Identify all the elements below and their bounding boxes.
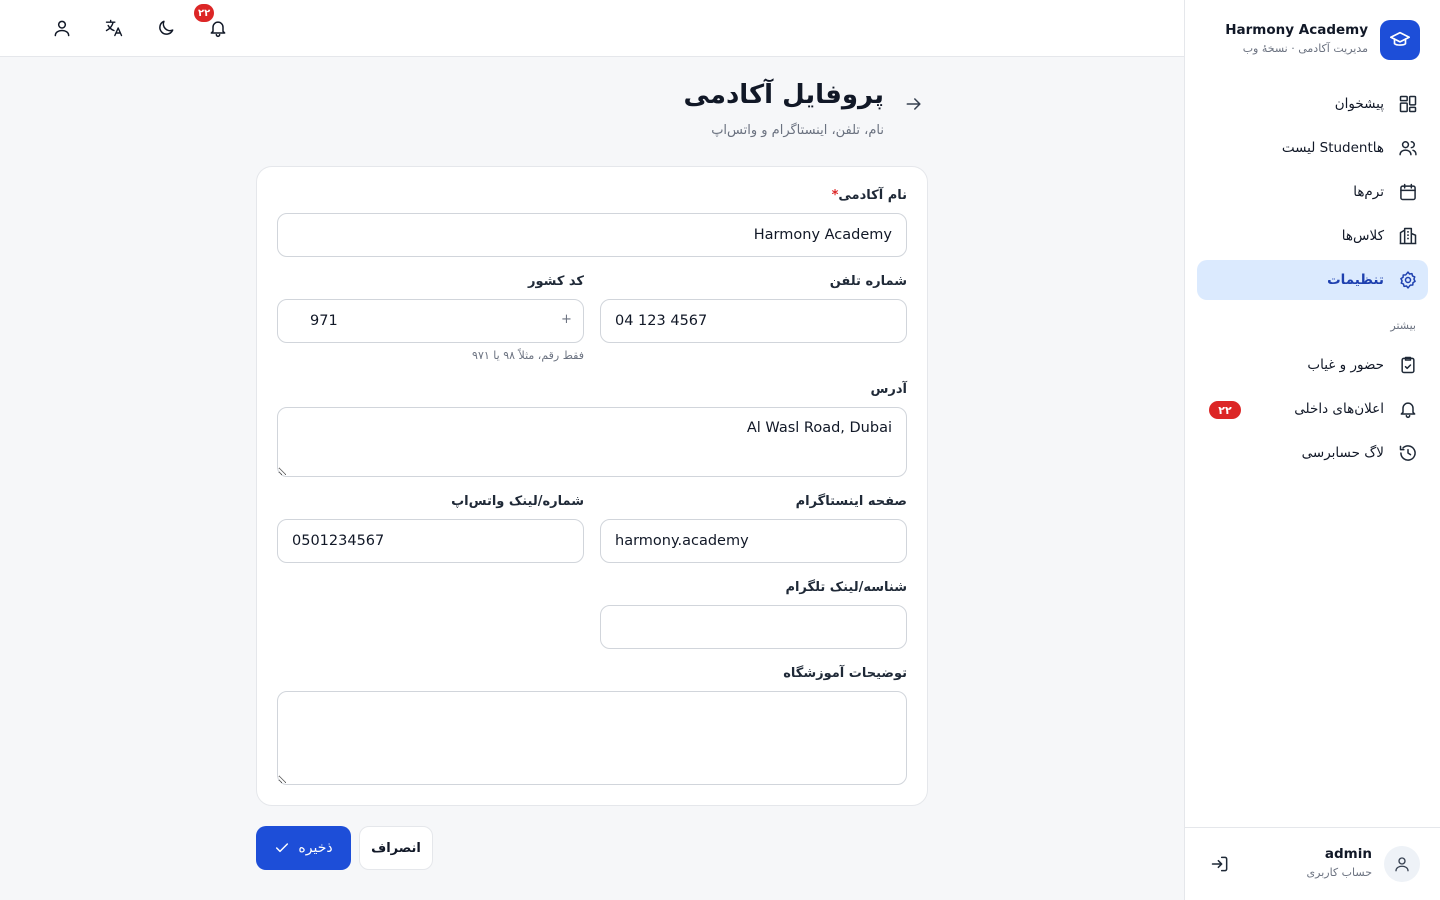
user-icon	[1393, 855, 1411, 873]
sidebar-item-label: حضور و غیاب	[1307, 357, 1384, 373]
country-code-hint: فقط رقم، مثلاً ۹۸ یا ۹۷۱	[472, 349, 584, 362]
description-label: توضیحات آموزشگاه	[783, 666, 907, 681]
sidebar-item-terms[interactable]: ترم‌ها	[1197, 172, 1428, 212]
phone-label: شماره تلفن	[829, 274, 907, 289]
country-code-label: کد کشور	[527, 274, 584, 289]
brand-subtitle: مدیریت آکادمی · نسخهٔ وب	[1242, 42, 1368, 55]
country-code-input[interactable]	[277, 299, 584, 343]
clipboard-icon	[1388, 345, 1428, 385]
sidebar-item-settings[interactable]: تنظیمات	[1197, 260, 1428, 300]
sidebar-item-label: کلاس‌ها	[1341, 228, 1384, 244]
sidebar-item-classes[interactable]: کلاس‌ها	[1197, 216, 1428, 256]
brand-name: Harmony Academy	[1225, 22, 1368, 38]
language-button[interactable]	[96, 10, 132, 46]
sidebar-item-attendance[interactable]: حضور و غیاب	[1197, 345, 1428, 385]
arrow-right-icon	[904, 94, 924, 114]
logout-button[interactable]	[1208, 852, 1232, 876]
logout-icon	[1210, 854, 1230, 874]
address-label: آدرس	[870, 382, 907, 397]
notification-badge: ۲۲	[194, 4, 215, 22]
address-textarea[interactable]: Al Wasl Road, Dubai	[277, 407, 907, 477]
translate-icon	[104, 18, 124, 38]
sidebar-item-label: لیست Studentها	[1281, 140, 1384, 156]
save-button[interactable]: ذخیره	[256, 826, 351, 870]
user-account: admin حساب کاربری	[1184, 827, 1440, 900]
brand: Harmony Academy مدیریت آکادمی · نسخهٔ وب	[1201, 20, 1420, 60]
building-icon	[1388, 216, 1428, 256]
phone-input[interactable]	[600, 299, 907, 343]
save-label: ذخیره	[298, 840, 333, 856]
announcements-badge: ۲۲	[1209, 401, 1241, 419]
sidebar-item-label: اعلان‌های داخلی	[1294, 401, 1384, 417]
country-code-prefix: +	[561, 312, 572, 327]
users-icon	[1388, 128, 1428, 168]
dashboard-icon	[1388, 84, 1428, 124]
cancel-button[interactable]: انصراف	[359, 826, 433, 870]
top-bar: ۲۲	[0, 0, 1184, 57]
academy-name-label: نام آکادمی*	[831, 188, 907, 203]
user-role: حساب کاربری	[1306, 866, 1372, 879]
profile-button[interactable]	[44, 10, 80, 46]
theme-toggle-button[interactable]	[148, 10, 184, 46]
user-name: admin	[1324, 846, 1372, 862]
description-textarea[interactable]	[277, 691, 907, 785]
academy-profile-form: نام آکادمی* شماره تلفن کد کشور + فقط رقم…	[256, 166, 928, 806]
check-icon	[274, 840, 290, 856]
calendar-icon	[1388, 172, 1428, 212]
telegram-input[interactable]	[600, 605, 907, 649]
bell-icon	[208, 18, 228, 38]
sidebar-item-audit-log[interactable]: لاگ حسابرسی	[1197, 433, 1428, 473]
moon-icon	[156, 18, 176, 38]
instagram-input[interactable]	[600, 519, 907, 563]
sidebar-item-label: لاگ حسابرسی	[1301, 445, 1384, 461]
whatsapp-input[interactable]	[277, 519, 584, 563]
instagram-label: صفحه اینستاگرام	[795, 494, 907, 509]
sidebar-item-label: تنظیمات	[1327, 272, 1384, 288]
sidebar-item-label: ترم‌ها	[1353, 184, 1384, 200]
sidebar-item-students[interactable]: لیست Studentها	[1197, 128, 1428, 168]
sidebar-section-more: بیشتر	[1390, 319, 1416, 332]
avatar[interactable]	[1384, 846, 1420, 882]
gear-icon	[1388, 260, 1428, 300]
graduation-cap-icon	[1380, 20, 1420, 60]
notifications-button[interactable]: ۲۲	[194, 4, 236, 46]
page-title: پروفایل آکادمی	[683, 80, 884, 110]
telegram-label: شناسه/لینک تلگرام	[785, 580, 907, 595]
academy-name-input[interactable]	[277, 213, 907, 257]
sidebar-item-label: پیشخوان	[1334, 96, 1384, 112]
page-subtitle: نام، تلفن، اینستاگرام و واتس‌اپ	[711, 123, 884, 138]
user-icon	[52, 18, 72, 38]
sidebar-item-dashboard[interactable]: پیشخوان	[1197, 84, 1428, 124]
back-button[interactable]	[902, 92, 926, 116]
history-icon	[1388, 433, 1428, 473]
whatsapp-label: شماره/لینک واتس‌اپ	[451, 494, 584, 509]
sidebar-item-announcements[interactable]: اعلان‌های داخلی ۲۲	[1197, 389, 1428, 429]
sidebar: Harmony Academy مدیریت آکادمی · نسخهٔ وب…	[1184, 0, 1440, 900]
bell-icon	[1388, 389, 1428, 429]
